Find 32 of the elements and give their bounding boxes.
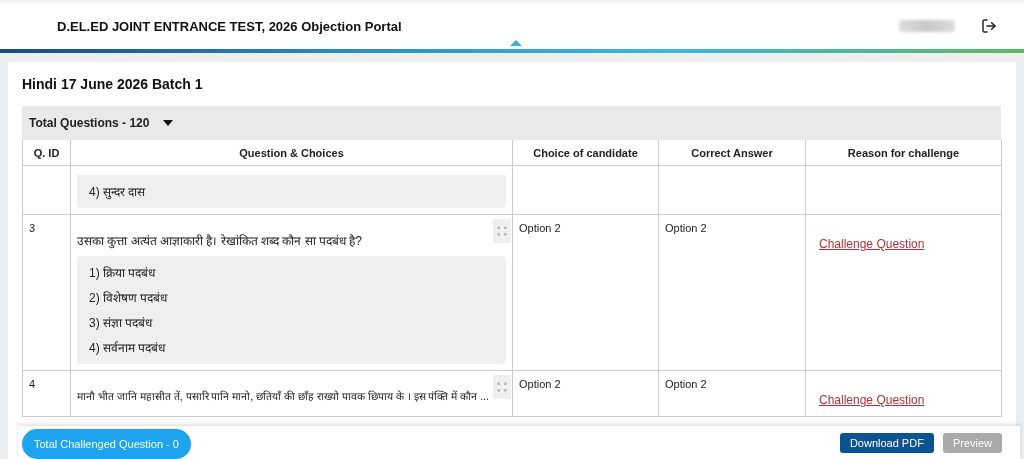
batch-title: Hindi 17 June 2026 Batch 1: [22, 76, 204, 92]
column-header: Reason for challenge: [806, 140, 1002, 166]
summary-bar[interactable]: Total Questions - 120: [22, 106, 1001, 140]
expand-button[interactable]: [493, 375, 511, 400]
challenge-question-link[interactable]: Challenge Question: [819, 393, 925, 408]
question-id: 3: [29, 222, 36, 234]
correct-answer: Option 2: [665, 378, 707, 391]
challenge-question-link[interactable]: Challenge Question: [819, 237, 925, 251]
total-questions: Total Questions - 120: [29, 116, 150, 130]
expand-icon: [497, 382, 507, 393]
download-pdf-button[interactable]: Download PDF: [839, 432, 934, 453]
correct-answer: Option 2: [665, 222, 707, 234]
question-text: मानौ भीत जानि महासीत तें, पसारि पानि मानो, छतियाँ की छाँह राख्यो पावक छिपाय के । इस पंक्ति में कौन ...: [77, 389, 489, 405]
column-header: Correct Answer: [659, 140, 806, 166]
column-header: Choice of candidate: [513, 140, 659, 166]
portal-title: D.EL.ED JOINT ENTRANCE TEST, 2026 Objection Portal: [57, 18, 403, 34]
answer-choice: 4) सुन्दर दास: [89, 184, 147, 202]
question-id: 4: [29, 378, 36, 391]
dropdown-icon: [163, 120, 174, 126]
answer-choice: 4) सर्वनाम पदबंध: [89, 340, 167, 358]
candidate-choice: Option 2: [519, 378, 561, 391]
expand-icon: [497, 226, 507, 236]
answer-choice: 2) विशेषण पदबंध: [89, 290, 169, 308]
column-header: Question & Choices: [71, 140, 513, 166]
logout-icon[interactable]: [981, 18, 997, 34]
answer-choice: 3) संज्ञा पदबंध: [89, 315, 154, 333]
expand-button[interactable]: [493, 219, 511, 243]
candidate-choice: Option 2: [519, 222, 561, 234]
blurred-user-name: [899, 20, 955, 32]
answer-choice: 1) क्रिया पदबंध: [89, 265, 157, 283]
question-text: उसका कुत्ता अत्यंत आज्ञाकारी है। रेखांकित शब्द कौन सा पदबंध है?: [77, 233, 362, 251]
column-header: Q. ID: [23, 140, 71, 166]
